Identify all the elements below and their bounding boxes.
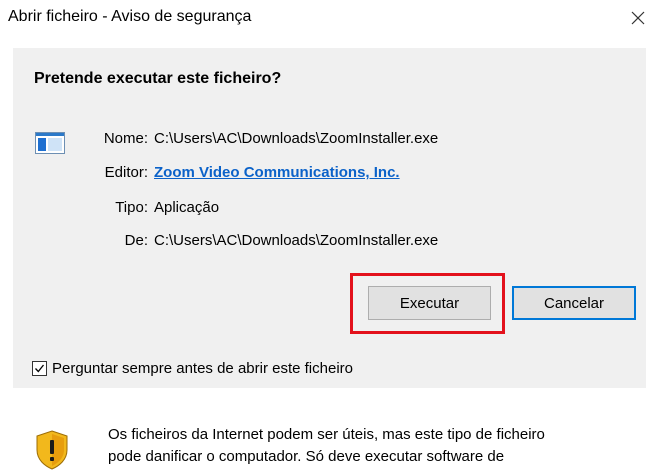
warning-line-1: Os ficheiros da Internet podem ser úteis… [108,426,545,443]
from-label: De: [124,232,148,249]
cancel-button[interactable]: Cancelar [512,286,636,320]
run-button[interactable]: Executar [368,286,491,320]
always-ask-label: Perguntar sempre antes de abrir este fic… [52,359,353,377]
warning-message: Os ficheiros da Internet podem ser úteis… [108,424,648,468]
shield-warning-icon [36,430,68,470]
publisher-label: Editor: [104,164,148,181]
always-ask-checkbox-row[interactable]: Perguntar sempre antes de abrir este fic… [32,358,353,378]
name-label: Nome: [103,130,148,147]
warning-line-2: pode danificar o computador. Só deve exe… [108,448,505,465]
application-window-icon [35,132,65,154]
security-warning-dialog: Abrir ficheiro - Aviso de segurança Pret… [0,0,659,470]
close-icon [631,11,645,25]
close-button[interactable] [621,2,655,34]
dialog-question: Pretende executar este ficheiro? [34,70,282,87]
publisher-link[interactable]: Zoom Video Communications, Inc. [154,164,400,181]
type-label: Tipo: [115,199,148,216]
name-value: C:\Users\AC\Downloads\ZoomInstaller.exe [154,130,439,147]
from-value: C:\Users\AC\Downloads\ZoomInstaller.exe [154,232,439,249]
window-title: Abrir ficheiro - Aviso de segurança [8,8,252,25]
content-panel: Pretende executar este ficheiro? Nome: C… [13,48,646,388]
checkmark-icon [35,364,45,372]
title-bar: Abrir ficheiro - Aviso de segurança [0,0,659,38]
always-ask-checkbox[interactable] [32,360,47,376]
type-value: Aplicação [154,199,220,216]
